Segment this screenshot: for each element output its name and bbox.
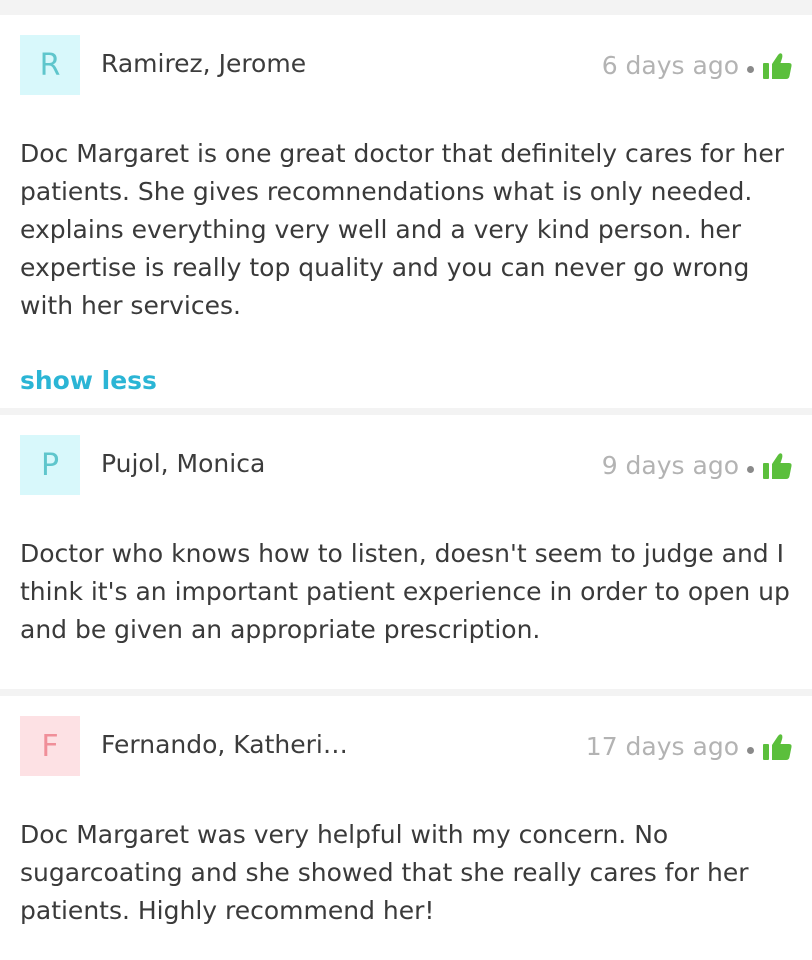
thumbs-up-icon[interactable] <box>762 52 792 80</box>
review-time: 17 days ago <box>585 732 739 761</box>
thumbs-up-icon[interactable] <box>762 452 792 480</box>
separator-dot <box>747 747 754 754</box>
avatar: P <box>20 435 80 495</box>
review-card: P Pujol, Monica 9 days ago Doctor who kn… <box>0 415 812 689</box>
review-card: R Ramirez, Jerome 6 days ago Doc Margare… <box>0 15 812 408</box>
top-divider <box>0 0 812 15</box>
reviewer-name: Fernando, Katheri… <box>101 730 348 759</box>
review-meta: 6 days ago <box>602 51 792 80</box>
review-card: F Fernando, Katheri… 17 days ago Doc Mar… <box>0 696 812 960</box>
separator-dot <box>747 466 754 473</box>
review-divider <box>0 408 812 415</box>
separator-dot <box>747 66 754 73</box>
show-less-link[interactable]: show less <box>20 366 157 395</box>
review-text: Doctor who knows how to listen, doesn't … <box>20 539 790 644</box>
reviewer-name: Ramirez, Jerome <box>101 49 307 78</box>
review-divider <box>0 689 812 696</box>
reviews-page: R Ramirez, Jerome 6 days ago Doc Margare… <box>0 0 812 960</box>
thumbs-up-icon[interactable] <box>762 733 792 761</box>
review-time: 6 days ago <box>601 51 739 80</box>
review-text: Doc Margaret was very helpful with my co… <box>20 820 749 925</box>
review-meta: 9 days ago <box>602 451 792 480</box>
review-meta: 17 days ago <box>586 732 792 761</box>
review-text: Doc Margaret is one great doctor that de… <box>20 139 785 320</box>
avatar: F <box>20 716 80 776</box>
avatar: R <box>20 35 80 95</box>
reviewer-name: Pujol, Monica <box>101 449 266 478</box>
review-time: 9 days ago <box>601 451 739 480</box>
